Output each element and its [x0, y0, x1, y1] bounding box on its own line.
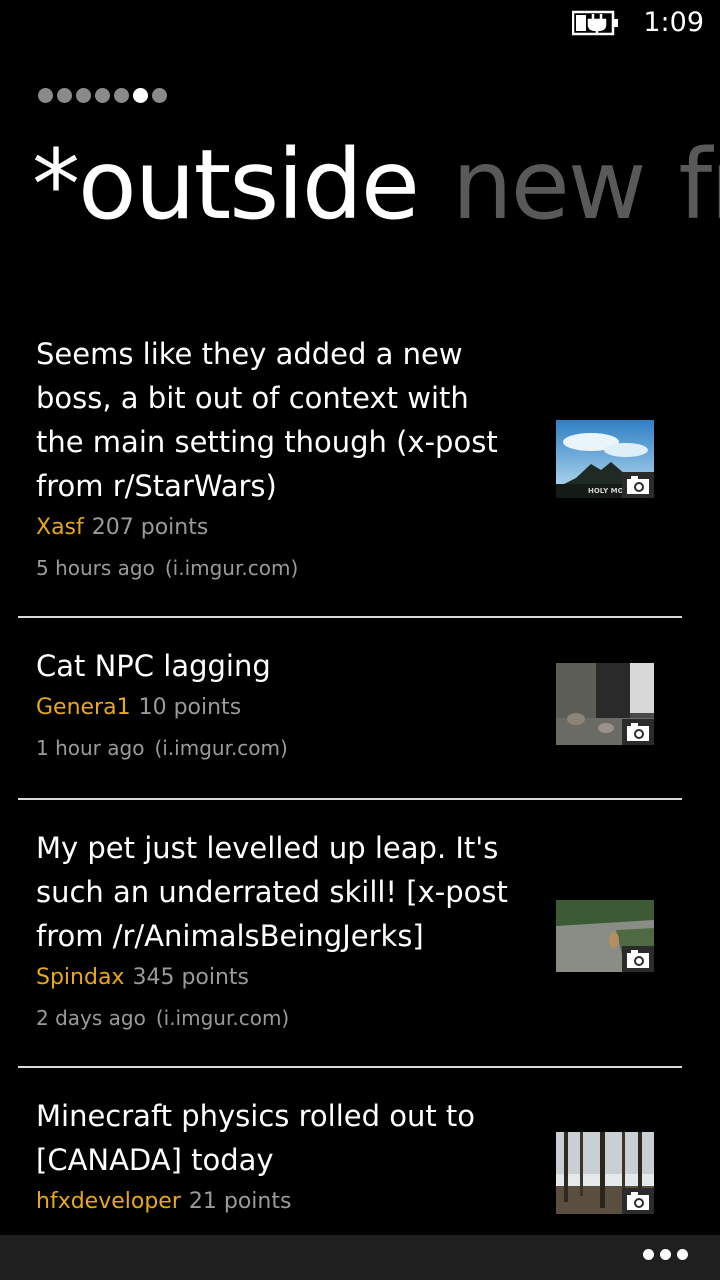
camera-icon — [622, 719, 654, 745]
post-age: 2 days ago — [36, 1006, 146, 1030]
post-points: 10 points — [138, 695, 242, 720]
post-author[interactable]: Spindax — [36, 965, 124, 990]
post-info: 1 hour ago (i.imgur.com) — [36, 728, 516, 768]
pivot-dot — [152, 88, 167, 103]
post-title[interactable]: Minecraft physics rolled out to [CANADA]… — [36, 1094, 516, 1182]
pivot-page-indicator — [38, 88, 167, 103]
list-item[interactable]: My pet just levelled up leap. It's such … — [18, 800, 682, 1068]
pivot-header-next[interactable]: fr — [678, 129, 720, 241]
battery-charging-icon — [572, 10, 618, 36]
ellipsis-dot — [660, 1249, 671, 1260]
post-age: 1 hour ago — [36, 736, 145, 760]
pivot-dot — [114, 88, 129, 103]
post-meta: hfxdeveloper 21 points — [36, 1182, 516, 1222]
post-text-block: Seems like they added a new boss, a bit … — [18, 318, 516, 588]
pivot-header-outside[interactable]: *outside — [32, 129, 420, 241]
pivot-header-new[interactable]: new — [452, 129, 646, 241]
list-item[interactable]: Minecraft physics rolled out to [CANADA]… — [18, 1068, 682, 1258]
post-meta: Xasf 207 points — [36, 508, 516, 548]
post-thumbnail[interactable]: HOLY MOTHER OF — [556, 420, 654, 498]
post-age: 5 hours ago — [36, 556, 155, 580]
post-author[interactable]: hfxdeveloper — [36, 1189, 181, 1214]
pivot-dot — [57, 88, 72, 103]
post-author[interactable]: Genera1 — [36, 695, 131, 720]
camera-icon — [622, 472, 654, 498]
post-text-block: My pet just levelled up leap. It's such … — [18, 800, 516, 1038]
pivot-dot — [95, 88, 110, 103]
app-bar — [0, 1235, 720, 1280]
post-author[interactable]: Xasf — [36, 515, 84, 540]
pivot-dot-active — [133, 88, 148, 103]
list-item[interactable]: Cat NPC lagging Genera1 10 points 1 hour … — [18, 618, 682, 800]
post-thumbnail[interactable] — [556, 900, 654, 972]
status-time: 1:09 — [643, 7, 704, 38]
ellipsis-icon[interactable] — [643, 1249, 688, 1260]
post-domain[interactable]: (i.imgur.com) — [156, 1006, 289, 1030]
post-list: Seems like they added a new boss, a bit … — [18, 318, 682, 1258]
post-thumbnail[interactable] — [556, 663, 654, 745]
status-bar: 1:09 — [0, 0, 720, 48]
ellipsis-dot — [643, 1249, 654, 1260]
pivot-headers: *outside newfr — [32, 130, 720, 240]
post-meta: Genera1 10 points — [36, 688, 516, 728]
post-points: 345 points — [132, 965, 250, 990]
list-item[interactable]: Seems like they added a new boss, a bit … — [18, 318, 682, 618]
ellipsis-dot — [677, 1249, 688, 1260]
post-title[interactable]: Cat NPC lagging — [36, 644, 516, 688]
post-points: 21 points — [188, 1189, 292, 1214]
pivot-dot — [38, 88, 53, 103]
post-info: 2 days ago (i.imgur.com) — [36, 998, 516, 1038]
post-info: 5 hours ago (i.imgur.com) — [36, 548, 516, 588]
post-title[interactable]: My pet just levelled up leap. It's such … — [36, 826, 516, 958]
post-text-block: Cat NPC lagging Genera1 10 points 1 hour … — [18, 618, 516, 768]
post-domain[interactable]: (i.imgur.com) — [154, 736, 287, 760]
post-title[interactable]: Seems like they added a new boss, a bit … — [36, 332, 516, 508]
post-domain[interactable]: (i.imgur.com) — [165, 556, 298, 580]
post-thumbnail[interactable] — [556, 1132, 654, 1214]
post-meta: Spindax 345 points — [36, 958, 516, 998]
pivot-dot — [76, 88, 91, 103]
camera-icon — [622, 1188, 654, 1214]
camera-icon — [622, 946, 654, 972]
post-points: 207 points — [91, 515, 209, 540]
post-text-block: Minecraft physics rolled out to [CANADA]… — [18, 1068, 516, 1222]
